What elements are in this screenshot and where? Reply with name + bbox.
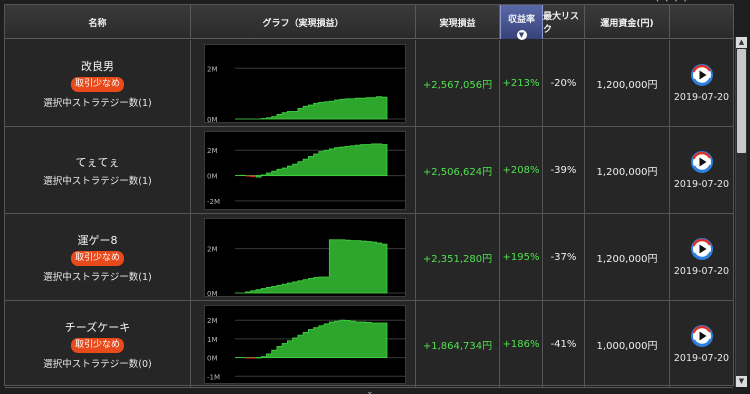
vertical-scrollbar[interactable]: ▲ ▼	[735, 37, 747, 387]
strategy-name[interactable]: 運ゲー8	[78, 232, 118, 248]
graph-axis-label: 0M	[207, 355, 218, 363]
updated-date: 2019-07-20	[673, 266, 730, 277]
profit-graph[interactable]: 2M 0M	[204, 44, 406, 123]
graph-cell: 2M 0M	[191, 40, 416, 126]
graph-cell: 2M 1M 0M -1M	[191, 301, 416, 387]
realized-profit: +2,567,056円	[416, 40, 500, 126]
profit-area	[235, 143, 388, 178]
realized-profit: +2,506,624円	[416, 127, 500, 213]
profit-graph[interactable]: 2M 0M	[204, 218, 406, 297]
header-actions	[670, 5, 733, 39]
graph-axis-label: 2M	[207, 317, 218, 325]
graph-axis-label: -1M	[207, 373, 220, 381]
more-chevron-icon[interactable]: ⌄	[366, 387, 374, 394]
max-risk: -41%	[543, 301, 585, 387]
operating-capital: 1,000,000円	[585, 301, 670, 387]
graph-axis-label: 0M	[207, 116, 218, 122]
play-icon[interactable]	[690, 237, 714, 261]
realized-profit: +1,864,734円	[416, 301, 500, 387]
updated-date: 2019-07-20	[673, 92, 730, 103]
selected-strategy-count: 選択中ストラテジー数(1)	[43, 97, 152, 109]
return-rate: +186%	[500, 301, 543, 387]
strategy-name-cell: てぇてぇ 選択中ストラテジー数(1)	[5, 127, 191, 213]
low-trade-badge: 取引少なめ	[70, 250, 124, 266]
table-header: 名称 グラフ（実現損益） 実現損益 収益率 ▼ 最大リスク 運用資金(円)	[5, 5, 733, 40]
strategy-name-cell: チーズケーキ 取引少なめ 選択中ストラテジー数(0)	[5, 301, 191, 387]
header-name[interactable]: 名称	[5, 5, 191, 39]
scroll-up-icon[interactable]: ▲	[736, 37, 747, 48]
profit-graph-svg: 2M 0M -2M	[207, 143, 405, 206]
max-risk: -39%	[543, 127, 585, 213]
return-rate: +208%	[500, 127, 543, 213]
selected-strategy-count: 選択中ストラテジー数(0)	[43, 358, 152, 370]
strategy-ranking-table: 名称 グラフ（実現損益） 実現損益 収益率 ▼ 最大リスク 運用資金(円) 改良…	[4, 4, 734, 388]
table-row[interactable]: チーズケーキ 取引少なめ 選択中ストラテジー数(0) 2M 1M 0M -1M +1,…	[5, 301, 733, 388]
loss-segment	[245, 175, 251, 177]
graph-axis-label: 2M	[207, 65, 218, 73]
play-icon[interactable]	[690, 150, 714, 174]
graph-axis-label: 0M	[207, 290, 218, 296]
graph-cell: 2M 0M	[191, 214, 416, 300]
profit-graph-svg: 2M 0M	[207, 65, 405, 122]
strategy-name[interactable]: 改良男	[81, 58, 114, 74]
graph-axis-label: 2M	[207, 246, 218, 254]
profit-area	[235, 96, 388, 120]
profit-graph-svg: 2M 0M	[207, 239, 405, 296]
action-cell: 2019-07-20	[670, 40, 733, 126]
selected-strategy-count: 選択中ストラテジー数(1)	[43, 175, 152, 187]
max-risk: -20%	[543, 40, 585, 126]
graph-axis-label: 1M	[207, 336, 218, 344]
header-max-risk[interactable]: 最大リスク	[543, 5, 585, 39]
operating-capital: 1,200,000円	[585, 127, 670, 213]
table-row[interactable]: 運ゲー8 取引少なめ 選択中ストラテジー数(1) 2M 0M +2,351,280…	[5, 214, 733, 301]
scrollbar-thumb[interactable]	[737, 49, 746, 153]
strategy-name[interactable]: てぇてぇ	[76, 154, 120, 170]
updated-date: 2019-07-20	[673, 179, 730, 190]
profit-graph[interactable]: 2M 1M 0M -1M	[204, 305, 406, 384]
scroll-down-icon[interactable]: ▼	[736, 376, 747, 387]
action-cell: 2019-07-20	[670, 214, 733, 300]
profit-area	[235, 239, 388, 294]
graph-axis-label: -2M	[207, 198, 220, 206]
return-rate: +195%	[500, 214, 543, 300]
max-risk: -37%	[543, 214, 585, 300]
strategy-name-cell: 改良男 取引少なめ 選択中ストラテジー数(1)	[5, 40, 191, 126]
header-graph: グラフ（実現損益）	[191, 5, 416, 39]
table-row[interactable]: てぇてぇ 選択中ストラテジー数(1) 2M 0M -2M +2,506,624円 +…	[5, 127, 733, 214]
low-trade-badge: 取引少なめ	[70, 76, 124, 92]
profit-graph[interactable]: 2M 0M -2M	[204, 131, 406, 210]
operating-capital: 1,200,000円	[585, 214, 670, 300]
graph-axis-label: 2M	[207, 147, 218, 155]
action-cell: 2019-07-20	[670, 127, 733, 213]
header-return-rate[interactable]: 収益率 ▼	[500, 5, 543, 40]
chevron-down-icon[interactable]: ▼	[516, 30, 527, 40]
updated-date: 2019-07-20	[673, 353, 730, 364]
graph-axis-label: 0M	[207, 173, 218, 181]
action-cell: 2019-07-20	[670, 301, 733, 387]
play-icon[interactable]	[690, 63, 714, 87]
loss-segment	[245, 357, 251, 359]
strategy-name[interactable]: チーズケーキ	[65, 319, 130, 335]
return-rate: +213%	[500, 40, 543, 126]
realized-profit: +2,351,280円	[416, 214, 500, 300]
play-icon[interactable]	[690, 324, 714, 348]
loss-segment	[250, 175, 256, 178]
selected-strategy-count: 選択中ストラテジー数(1)	[43, 271, 152, 283]
strategy-name-cell: 運ゲー8 取引少なめ 選択中ストラテジー数(1)	[5, 214, 191, 300]
table-row[interactable]: 改良男 取引少なめ 選択中ストラテジー数(1) 2M 0M +2,567,056円…	[5, 40, 733, 127]
loss-segment	[250, 357, 256, 359]
profit-graph-svg: 2M 1M 0M -1M	[207, 317, 405, 381]
header-profit[interactable]: 実現損益	[416, 5, 500, 39]
operating-capital: 1,200,000円	[585, 40, 670, 126]
header-capital[interactable]: 運用資金(円)	[585, 5, 670, 39]
header-return-rate-label: 収益率	[507, 15, 535, 25]
graph-cell: 2M 0M -2M	[191, 127, 416, 213]
low-trade-badge: 取引少なめ	[70, 337, 124, 353]
